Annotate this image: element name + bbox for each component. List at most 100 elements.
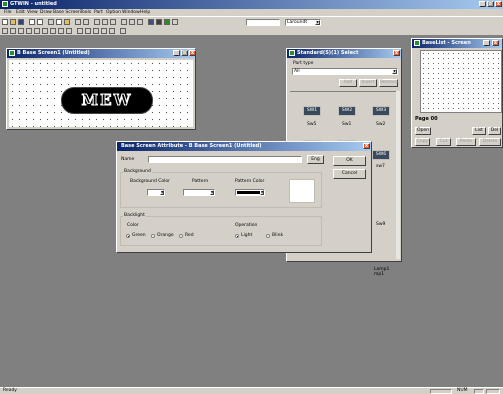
green-radio[interactable] (126, 234, 130, 238)
close-icon[interactable]: x (495, 1, 502, 7)
menu-tools[interactable]: Tools (80, 10, 91, 15)
grid-icon[interactable] (110, 19, 116, 25)
insert-button[interactable]: Insert (359, 79, 377, 87)
cut-icon[interactable] (48, 19, 54, 25)
menu-window[interactable]: Window (122, 10, 140, 15)
chevron-down-icon[interactable]: ▼ (315, 20, 320, 25)
close-icon[interactable]: x (189, 50, 196, 56)
base-screen-attribute-dialog[interactable]: Base Screen Attribute - B Base Screen1 (… (116, 141, 372, 253)
open-folder-icon[interactable] (10, 19, 16, 25)
menu-option[interactable]: Option (106, 10, 121, 15)
message-icon[interactable] (101, 28, 107, 34)
rectangle-icon[interactable] (34, 28, 40, 34)
arc-icon[interactable] (58, 28, 64, 34)
red-radio[interactable] (179, 234, 183, 238)
screen-list-grid[interactable] (420, 50, 502, 113)
data-icon[interactable] (93, 28, 99, 34)
save-icon[interactable] (18, 19, 24, 25)
cancel-button[interactable]: Cancel (333, 169, 366, 179)
menu-draw[interactable]: Draw (40, 10, 52, 15)
minimize-icon[interactable]: _ (479, 1, 486, 7)
screen-list-title-bar[interactable]: BaseList - Screen _ x (412, 39, 502, 48)
screen-icon[interactable] (29, 19, 35, 25)
lamp-icon[interactable] (164, 19, 170, 25)
maximize-icon[interactable]: □ (181, 50, 188, 56)
chevron-down-icon[interactable]: ▼ (210, 190, 214, 195)
graph-icon[interactable] (109, 28, 115, 34)
close-icon[interactable]: x (363, 143, 370, 149)
menu-base-screen[interactable]: Base Screen (53, 10, 81, 15)
menu-edit[interactable]: Edit (16, 10, 25, 15)
chevron-down-icon[interactable]: ▼ (392, 69, 397, 74)
pointer-icon[interactable] (2, 28, 8, 34)
polygon-icon[interactable] (50, 28, 56, 34)
zoom-out-icon[interactable] (102, 19, 108, 25)
part-sw1[interactable]: SW1 (303, 106, 321, 116)
open-button[interactable]: Open (415, 127, 431, 135)
align-icon[interactable] (121, 19, 127, 25)
lamp-icon[interactable] (85, 28, 91, 34)
close-icon[interactable]: x (393, 50, 400, 56)
close-icon[interactable]: x (492, 40, 499, 46)
background-color-select[interactable]: ▼ (147, 189, 165, 196)
base-screen-window[interactable]: B Base Screen1 (Untitled) _ □ x MEW (6, 48, 196, 130)
monitor-icon[interactable] (156, 19, 162, 25)
circle-icon[interactable] (42, 28, 48, 34)
transfer-icon[interactable] (148, 19, 154, 25)
paste-button[interactable]: Paste (456, 138, 476, 146)
align-icon[interactable] (129, 19, 135, 25)
cut-button[interactable]: Cut (436, 138, 451, 146)
new-file-icon[interactable] (2, 19, 8, 25)
menu-part[interactable]: Part (94, 10, 103, 15)
parts-scrollbar[interactable] (396, 91, 400, 259)
blink-radio[interactable] (266, 234, 270, 238)
eng-button[interactable]: Eng (307, 155, 324, 164)
chevron-down-icon[interactable]: ▼ (160, 190, 164, 195)
standard-select-title-bar[interactable]: Standard(S)(1) Select x (287, 49, 401, 58)
menu-help[interactable]: Help (140, 10, 150, 15)
toolbar-combo-2[interactable]: Laroundt ▼ (285, 19, 321, 26)
menu-view[interactable]: View (27, 10, 38, 15)
light-radio[interactable] (235, 234, 239, 238)
maximize-icon[interactable]: □ (487, 1, 494, 7)
name-input[interactable] (148, 156, 302, 163)
redo-icon[interactable] (83, 19, 89, 25)
screen-list-window[interactable]: BaseList - Screen _ x Page 00 Open List … (411, 38, 503, 148)
screen-icon[interactable] (37, 19, 43, 25)
list-button[interactable]: List (472, 127, 486, 135)
chevron-down-icon[interactable]: ▼ (260, 190, 264, 195)
del-button[interactable]: Del (488, 127, 501, 135)
align-icon[interactable] (137, 19, 143, 25)
switch-icon[interactable] (77, 28, 83, 34)
remove-button[interactable]: Remove (379, 79, 398, 87)
pattern-color-select[interactable]: ▼ (235, 189, 265, 196)
minimize-icon[interactable]: _ (483, 40, 490, 46)
menu-file[interactable]: File (4, 10, 12, 15)
part-sw2[interactable]: SW2 (338, 106, 356, 116)
bitmap-icon[interactable] (120, 28, 126, 34)
part-sw6[interactable]: SW6 (372, 150, 390, 160)
add-button[interactable]: Add (339, 79, 357, 87)
dialog-title-bar[interactable]: Base Screen Attribute - B Base Screen1 (… (117, 142, 371, 151)
minimize-icon[interactable]: _ (173, 50, 180, 56)
mew-button-part[interactable]: MEW (61, 87, 153, 114)
orange-radio[interactable] (151, 234, 155, 238)
delete-button[interactable]: Delete (479, 138, 501, 146)
fill-icon[interactable] (66, 28, 72, 34)
zoom-in-icon[interactable] (94, 19, 100, 25)
part-type-select[interactable]: All ▼ (292, 68, 398, 75)
copy-icon[interactable] (56, 19, 62, 25)
text-icon[interactable] (10, 28, 16, 34)
polyline-icon[interactable] (26, 28, 32, 34)
toolbar-combo-1[interactable] (246, 19, 280, 26)
copy-button[interactable]: Copy (415, 138, 430, 146)
part-sw3[interactable]: SW3 (372, 106, 390, 116)
paste-icon[interactable] (64, 19, 70, 25)
line-icon[interactable] (18, 28, 24, 34)
ok-button[interactable]: OK (333, 156, 366, 166)
undo-icon[interactable] (75, 19, 81, 25)
base-screen-title-bar[interactable]: B Base Screen1 (Untitled) _ □ x (7, 49, 196, 58)
settings-icon[interactable] (172, 19, 178, 25)
pattern-select[interactable]: ▼ (183, 189, 215, 196)
base-screen-canvas[interactable]: MEW (9, 60, 193, 127)
